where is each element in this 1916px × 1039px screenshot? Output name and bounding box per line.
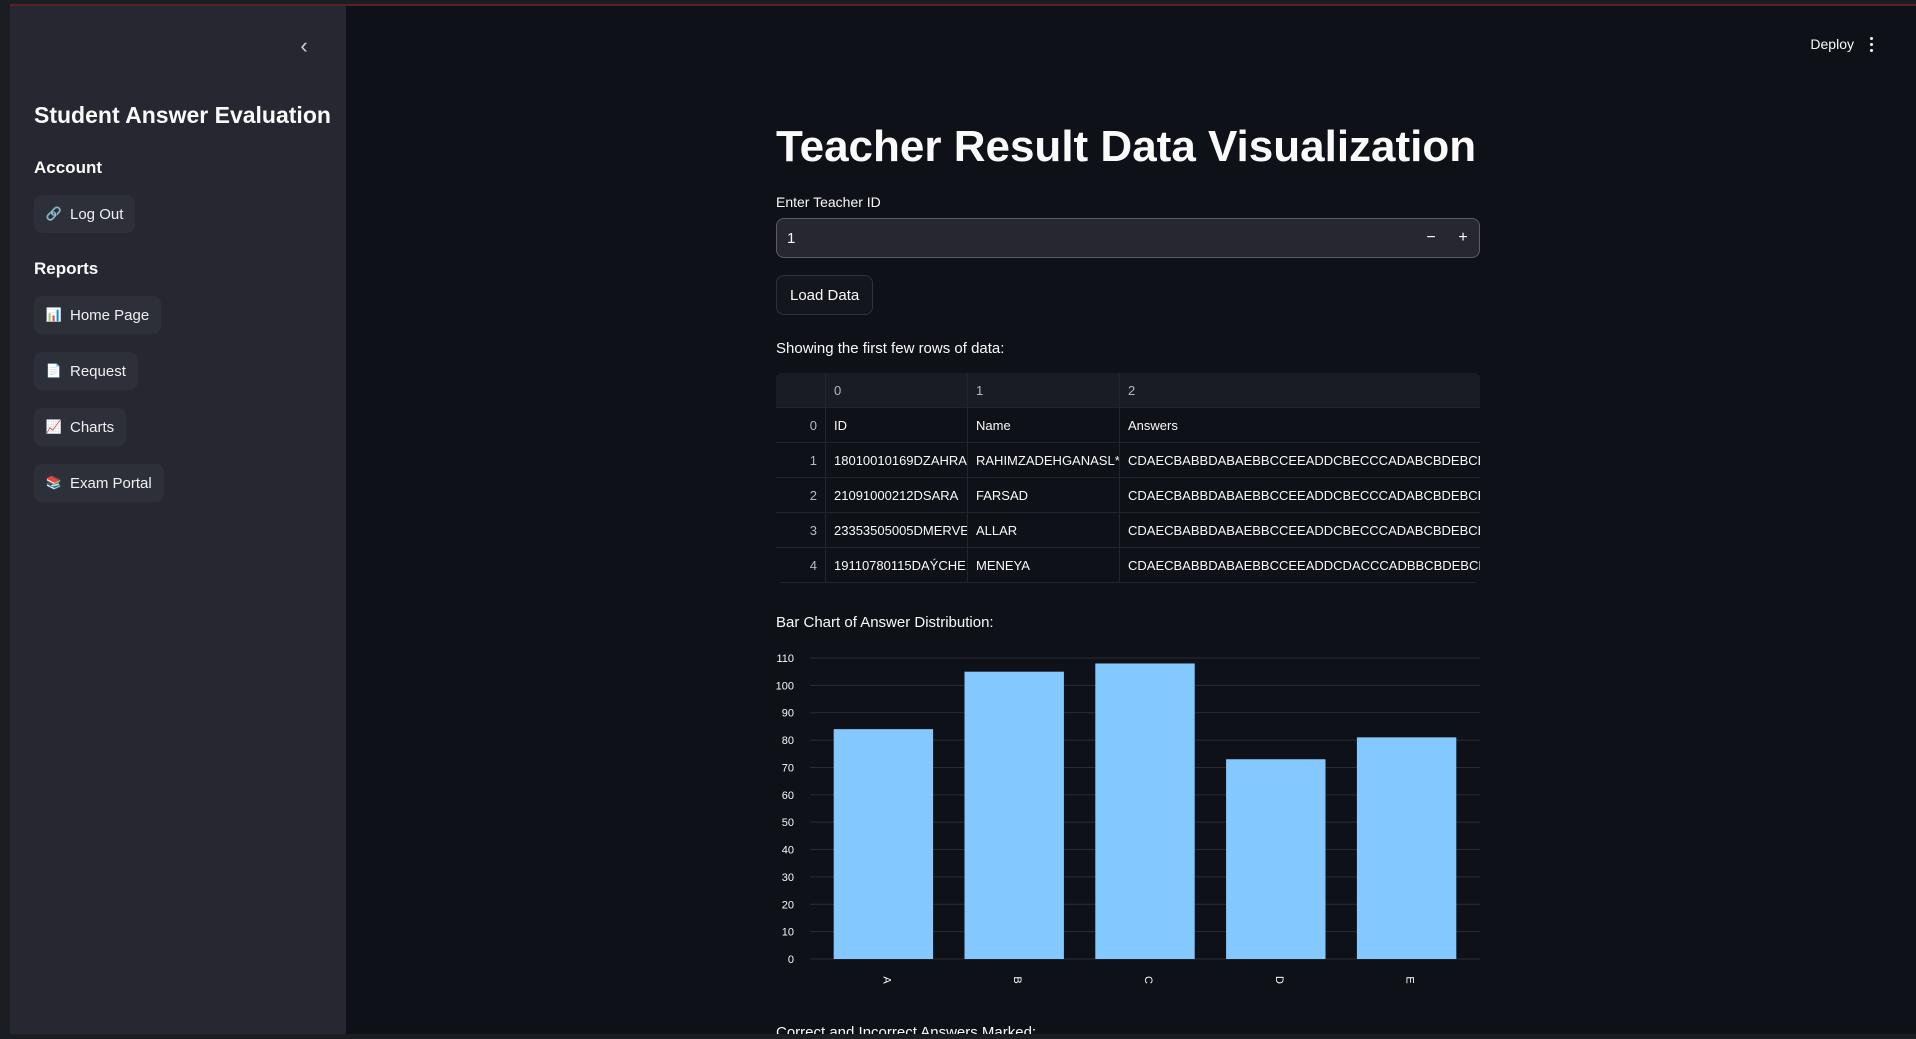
table-cell[interactable]: ID [826,408,968,442]
y-tick-label: 50 [782,817,794,829]
table-cell[interactable]: CDAECBABBDABAEBBCCEEADDCBECCCADABCBDEBCE… [1120,443,1480,477]
sidebar-item-label: Exam Portal [70,474,152,492]
bar-chart-svg: 0 10 20 30 40 50 60 70 80 90 100 110 A B C D E [776,653,1480,984]
y-tick-label: 30 [782,872,794,884]
index-header [776,373,826,407]
y-tick-label: 0 [788,954,794,966]
row-index: 3 [776,513,826,547]
sidebar-item-label: Request [70,362,126,380]
bar-A[interactable] [833,729,934,959]
data-table[interactable]: 0 1 2 0 ID Name Answers 1 18010010169DZA… [776,373,1480,583]
sidebar-title: Student Answer Evaluation [34,102,331,128]
x-tick-label: B [1011,976,1023,983]
y-tick-label: 80 [782,735,794,747]
table-cell[interactable]: RAHIMZADEHGANASL** [968,443,1120,477]
teacher-id-label: Enter Teacher ID [776,194,881,210]
table-row: 0 ID Name Answers [776,408,1480,443]
sidebar-item-request[interactable]: 📄 Request [34,352,138,390]
books-icon: 📚 [45,475,63,490]
reports-section-label: Reports [34,259,99,278]
row-index: 1 [776,443,826,477]
sidebar-item-label: Home Page [70,306,150,324]
sidebar-item-home-page[interactable]: 📊 Home Page [34,296,162,334]
bar-E[interactable] [1356,737,1457,959]
account-section-label: Account [34,158,102,177]
more-options-icon[interactable] [1864,33,1878,55]
load-data-button[interactable]: Load Data [776,275,874,315]
bar-B[interactable] [964,671,1064,959]
column-header[interactable]: 0 [826,373,968,407]
table-row: 2 21091000212DSARA FARSAD CDAECBABBDABAE… [776,478,1480,513]
table-cell[interactable]: CDAECBABBDABAEBBCCEEADDCDACCCADBBCBDEBCE… [1120,548,1480,582]
increment-icon[interactable]: + [1447,219,1479,257]
column-header[interactable]: 1 [968,373,1120,407]
sidebar-item-exam-portal[interactable]: 📚 Exam Portal [34,464,164,502]
x-tick-label: C [1142,976,1154,984]
y-tick-label: 70 [782,762,794,774]
x-tick-label: E [1404,976,1416,983]
link-icon: 🔗 [45,206,63,221]
rows-caption: Showing the first few rows of data: [776,340,1005,357]
collapse-sidebar-icon[interactable]: ‹ [290,32,318,60]
bar-D[interactable] [1226,759,1326,959]
sidebar-item-label: Charts [70,418,115,436]
bar-chart-icon: 📊 [45,307,63,322]
y-tick-label: 40 [782,845,794,857]
row-index: 2 [776,478,826,512]
sidebar: ‹ Student Answer Evaluation Account 🔗 Lo… [10,6,346,1034]
logout-button[interactable]: 🔗 Log Out [34,195,136,233]
y-tick-label: 60 [782,790,794,802]
y-tick-label: 110 [776,653,794,665]
deploy-button[interactable]: Deploy [1810,36,1854,52]
app-window: ‹ Student Answer Evaluation Account 🔗 Lo… [10,4,1916,1034]
table-row: 3 23353505005DMERVE ALLAR CDAECBABBDABAE… [776,513,1480,548]
y-tick-label: 100 [776,680,794,692]
table-cell[interactable]: 18010010169DZAHRA [826,443,968,477]
column-header[interactable]: 2 [1120,373,1480,407]
line-chart-icon: 📈 [45,419,63,434]
bar-C[interactable] [1095,663,1195,959]
table-header-row: 0 1 2 [776,373,1480,408]
teacher-id-input[interactable]: 1 − + [776,218,1480,258]
table-cell[interactable]: FARSAD [968,478,1120,512]
table-cell[interactable]: 19110780115DAÝCHE [826,548,968,582]
table-cell[interactable]: Answers [1120,408,1480,442]
row-index: 0 [776,408,826,442]
table-cell[interactable]: Name [968,408,1120,442]
chart-caption: Bar Chart of Answer Distribution: [776,614,994,631]
logout-label: Log Out [70,205,124,223]
table-cell[interactable]: CDAECBABBDABAEBBCCEEADDCBECCCADABCBDEBCE… [1120,478,1480,512]
sidebar-item-charts[interactable]: 📈 Charts [34,408,127,446]
y-tick-label: 20 [782,899,794,911]
table-cell[interactable]: 21091000212DSARA [826,478,968,512]
teacher-id-value[interactable]: 1 [777,230,1415,247]
table-cell[interactable]: ALLAR [968,513,1120,547]
bar-chart[interactable]: 0 10 20 30 40 50 60 70 80 90 100 110 A B C D E [776,646,1480,1002]
table-cell[interactable]: 23353505005DMERVE [826,513,968,547]
y-tick-label: 10 [782,927,794,939]
page-title: Teacher Result Data Visualization [776,122,1477,171]
table-row: 1 18010010169DZAHRA RAHIMZADEHGANASL** C… [776,443,1480,478]
table-row: 4 19110780115DAÝCHE MENEYA CDAECBABBDABA… [776,548,1480,583]
table-cell[interactable]: CDAECBABBDABAEBBCCEEADDCBECCCADABCBDEBCE… [1120,513,1480,547]
x-tick-label: D [1273,976,1285,984]
y-tick-label: 90 [782,708,794,720]
decrement-icon[interactable]: − [1415,219,1447,257]
document-icon: 📄 [45,363,63,378]
table-cell[interactable]: MENEYA [968,548,1120,582]
row-index: 4 [776,548,826,582]
x-tick-label: A [880,976,892,984]
next-caption: Correct and Incorrect Answers Marked: [776,1024,1037,1034]
